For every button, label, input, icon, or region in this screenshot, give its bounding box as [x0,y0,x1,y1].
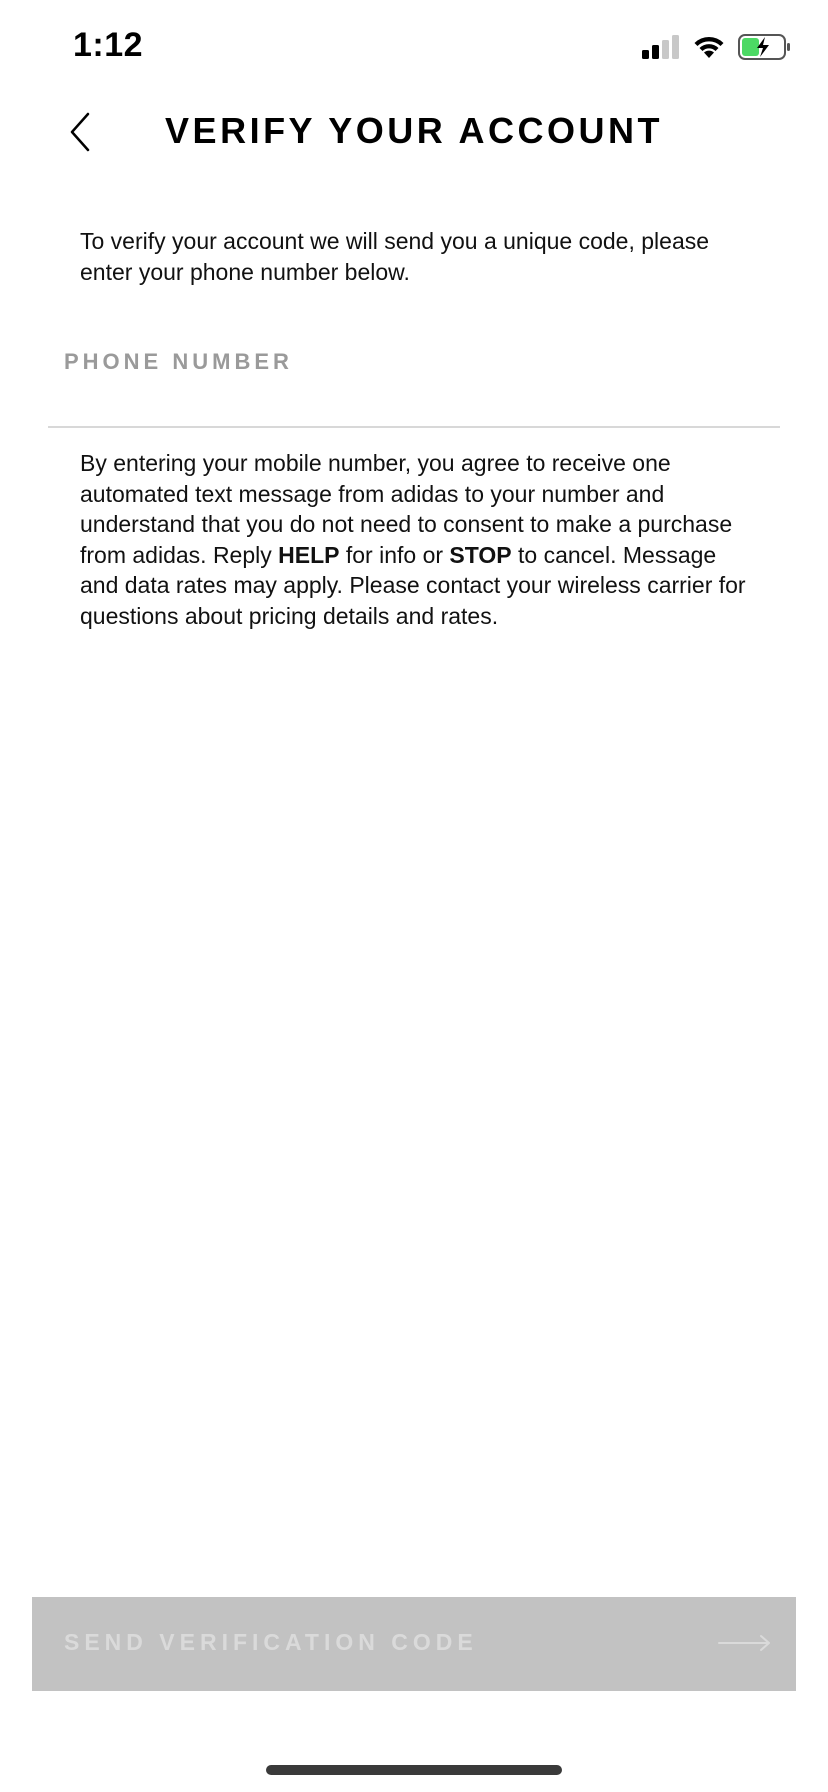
consent-text-part2: for info or [339,541,450,568]
wifi-icon [694,36,724,58]
arrow-right-icon [718,1635,770,1651]
page-title: VERIFY YOUR ACCOUNT [165,110,663,151]
consent-text: By entering your mobile number, you agre… [80,448,760,631]
status-bar: 1:12 [0,0,828,100]
cellular-signal-icon [642,35,679,59]
send-verification-code-button[interactable]: SEND VERIFICATION CODE [32,1597,796,1691]
battery-charging-icon [738,34,790,60]
intro-text: To verify your account we will send you … [80,228,710,285]
send-button-label: SEND VERIFICATION CODE [64,1629,478,1655]
status-icons [642,34,792,60]
status-time: 1:12 [73,26,144,64]
phone-number-input[interactable] [64,342,764,382]
home-indicator [266,1765,562,1775]
stop-keyword: STOP [449,541,512,568]
nav-bar: VERIFY YOUR ACCOUNT [0,100,828,164]
phone-number-field[interactable] [48,332,780,428]
help-keyword: HELP [278,541,340,568]
